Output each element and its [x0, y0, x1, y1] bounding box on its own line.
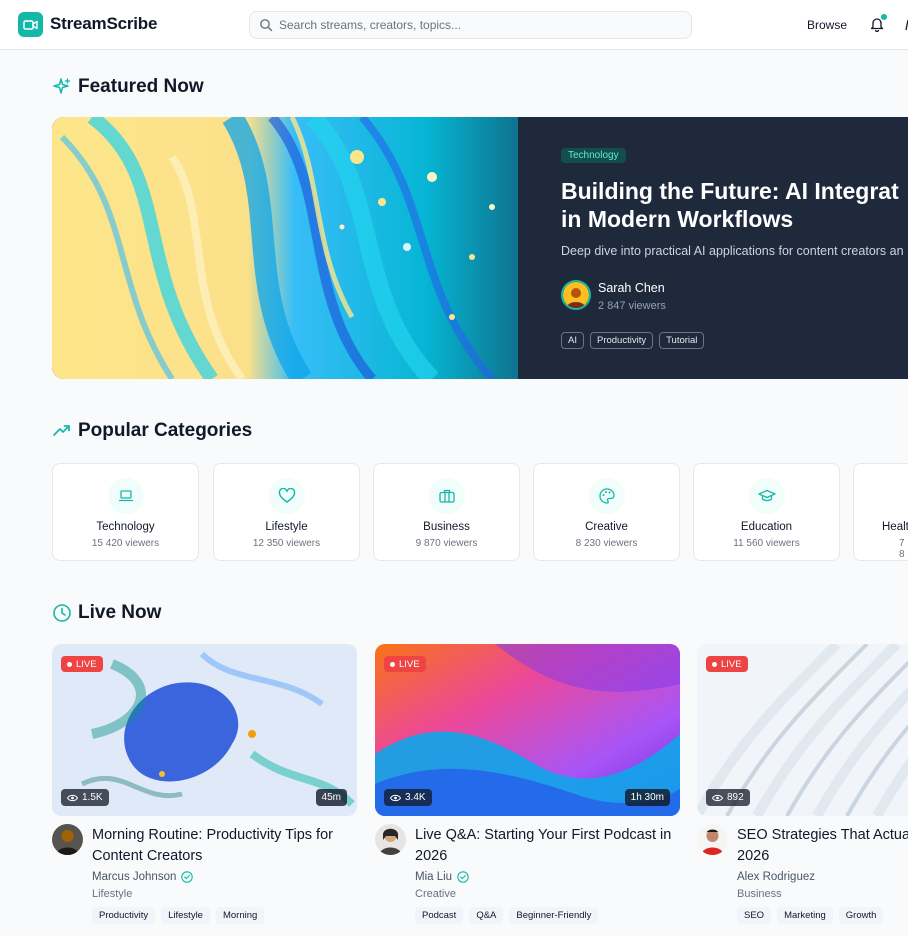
- eye-icon: [712, 794, 723, 801]
- app-logo-name[interactable]: StreamScribe: [50, 14, 157, 34]
- category-name: Creative: [585, 521, 628, 533]
- search-icon: [260, 19, 273, 32]
- views-badge: 3.4K: [384, 789, 432, 806]
- verified-check-icon: [457, 871, 469, 883]
- featured-section-header: Featured Now: [52, 76, 204, 98]
- stream-thumbnail[interactable]: LIVE 892: [697, 644, 908, 816]
- category-name: Business: [423, 521, 470, 533]
- featured-stream-card[interactable]: Technology Building the Future: AI Integ…: [52, 117, 908, 379]
- category-name: Lifestyle: [265, 521, 308, 533]
- category-viewers: 11 560 viewers: [733, 538, 800, 549]
- featured-info-panel: Technology Building the Future: AI Integ…: [518, 117, 908, 379]
- category-name: Technology: [96, 521, 155, 533]
- stream-tag[interactable]: Marketing: [777, 907, 833, 924]
- live-stream-card[interactable]: LIVE 892 SEO Strategies That Actual 2026…: [697, 644, 908, 936]
- creator-name[interactable]: Alex Rodriguez: [737, 871, 815, 883]
- featured-tag[interactable]: AI: [561, 332, 584, 349]
- briefcase-icon: [429, 478, 465, 514]
- graduation-cap-icon: [749, 478, 785, 514]
- categories-section-title: Popular Categories: [78, 420, 253, 441]
- stream-tag-list: SEO Marketing Growth: [737, 907, 884, 924]
- creator-avatar[interactable]: [697, 824, 728, 855]
- category-card-creative[interactable]: Creative 8 230 viewers: [533, 463, 680, 561]
- featured-thumbnail[interactable]: [52, 117, 518, 379]
- creator-avatar[interactable]: [52, 824, 83, 855]
- stream-title[interactable]: Live Q&A: Starting Your First Podcast in…: [415, 825, 685, 867]
- stream-tag[interactable]: Productivity: [92, 907, 156, 924]
- stream-tag[interactable]: Morning: [215, 907, 265, 924]
- stream-title[interactable]: Morning Routine: Productivity Tips for C…: [92, 825, 362, 867]
- stream-tag-list: Productivity Lifestyle Morning: [92, 907, 265, 924]
- trending-up-icon: [53, 425, 70, 436]
- live-section-header: Live Now: [52, 602, 161, 624]
- stream-category[interactable]: Lifestyle: [92, 888, 132, 900]
- creator-name[interactable]: Mia Liu: [415, 871, 469, 883]
- creator-avatar[interactable]: [375, 824, 406, 855]
- creator-name[interactable]: Marcus Johnson: [92, 871, 194, 883]
- stream-tag[interactable]: Q&A: [469, 907, 504, 924]
- category-viewers: 9 870 viewers: [415, 538, 478, 549]
- palette-icon: [589, 478, 625, 514]
- category-viewers: 7 8: [899, 538, 905, 560]
- featured-author-avatar[interactable]: [561, 280, 591, 310]
- category-card-education[interactable]: Education 11 560 viewers: [693, 463, 840, 561]
- featured-title[interactable]: Building the Future: AI Integrat in Mode…: [561, 177, 908, 233]
- featured-description: Deep dive into practical AI applications…: [561, 244, 904, 258]
- category-card-business[interactable]: Business 9 870 viewers: [373, 463, 520, 561]
- category-card-health[interactable]: Healt 7 8: [853, 463, 908, 561]
- laptop-icon: [108, 478, 144, 514]
- category-name: Education: [740, 521, 793, 533]
- live-badge: LIVE: [706, 656, 748, 672]
- stream-tag[interactable]: Podcast: [415, 907, 464, 924]
- live-stream-card[interactable]: LIVE 1.5K 45m Morning Routine: Productiv…: [52, 644, 357, 924]
- stream-category[interactable]: Business: [737, 888, 782, 900]
- category-viewers: 8 230 viewers: [575, 538, 638, 549]
- search-input[interactable]: [279, 12, 679, 38]
- stream-tag[interactable]: SEO: [737, 907, 772, 924]
- views-badge: 1.5K: [61, 789, 109, 806]
- views-badge: 892: [706, 789, 750, 806]
- live-stream-card[interactable]: LIVE 3.4K 1h 30m Live Q&A: Starting Your…: [375, 644, 680, 924]
- stream-tag[interactable]: Lifestyle: [161, 907, 210, 924]
- featured-tag-list: AI Productivity Tutorial: [561, 332, 705, 349]
- stream-category[interactable]: Creative: [415, 888, 456, 900]
- stream-tag-list: Podcast Q&A Beginner-Friendly: [415, 907, 599, 924]
- featured-tag[interactable]: Tutorial: [659, 332, 705, 349]
- featured-tag[interactable]: Productivity: [589, 332, 654, 349]
- clock-icon: [53, 604, 71, 622]
- stream-tag[interactable]: Growth: [838, 907, 884, 924]
- eye-icon: [67, 794, 78, 801]
- category-name: Healt: [882, 521, 908, 533]
- eye-icon: [390, 794, 401, 801]
- featured-section-title: Featured Now: [78, 76, 204, 97]
- verified-check-icon: [181, 871, 194, 883]
- featured-viewer-count: 2 847 viewers: [598, 300, 666, 312]
- featured-author-name[interactable]: Sarah Chen: [598, 281, 665, 295]
- sparkles-icon: [53, 78, 71, 94]
- notification-dot: [881, 14, 887, 20]
- live-badge: LIVE: [384, 656, 426, 672]
- duration-badge: 1h 30m: [624, 789, 670, 806]
- user-menu-icon[interactable]: [904, 16, 908, 32]
- duration-badge: 45m: [315, 789, 347, 806]
- nav-browse-link[interactable]: Browse: [807, 18, 847, 32]
- stream-tag[interactable]: Beginner-Friendly: [509, 907, 599, 924]
- stream-thumbnail[interactable]: LIVE 1.5K 45m: [52, 644, 357, 816]
- search-bar[interactable]: [249, 11, 692, 39]
- stream-title[interactable]: SEO Strategies That Actual 2026: [737, 825, 908, 867]
- category-card-lifestyle[interactable]: Lifestyle 12 350 viewers: [213, 463, 360, 561]
- category-viewers: 12 350 viewers: [252, 538, 321, 549]
- category-card-technology[interactable]: Technology 15 420 viewers: [52, 463, 199, 561]
- live-section-title: Live Now: [78, 602, 162, 623]
- category-viewers: 15 420 viewers: [91, 538, 160, 549]
- live-badge: LIVE: [61, 656, 103, 672]
- heart-icon: [269, 478, 305, 514]
- video-camera-logo-icon[interactable]: [18, 12, 43, 37]
- categories-section-header: Popular Categories: [52, 420, 252, 442]
- top-nav-bar: StreamScribe Browse: [0, 0, 908, 50]
- featured-category-badge[interactable]: Technology: [561, 148, 626, 163]
- stream-thumbnail[interactable]: LIVE 3.4K 1h 30m: [375, 644, 680, 816]
